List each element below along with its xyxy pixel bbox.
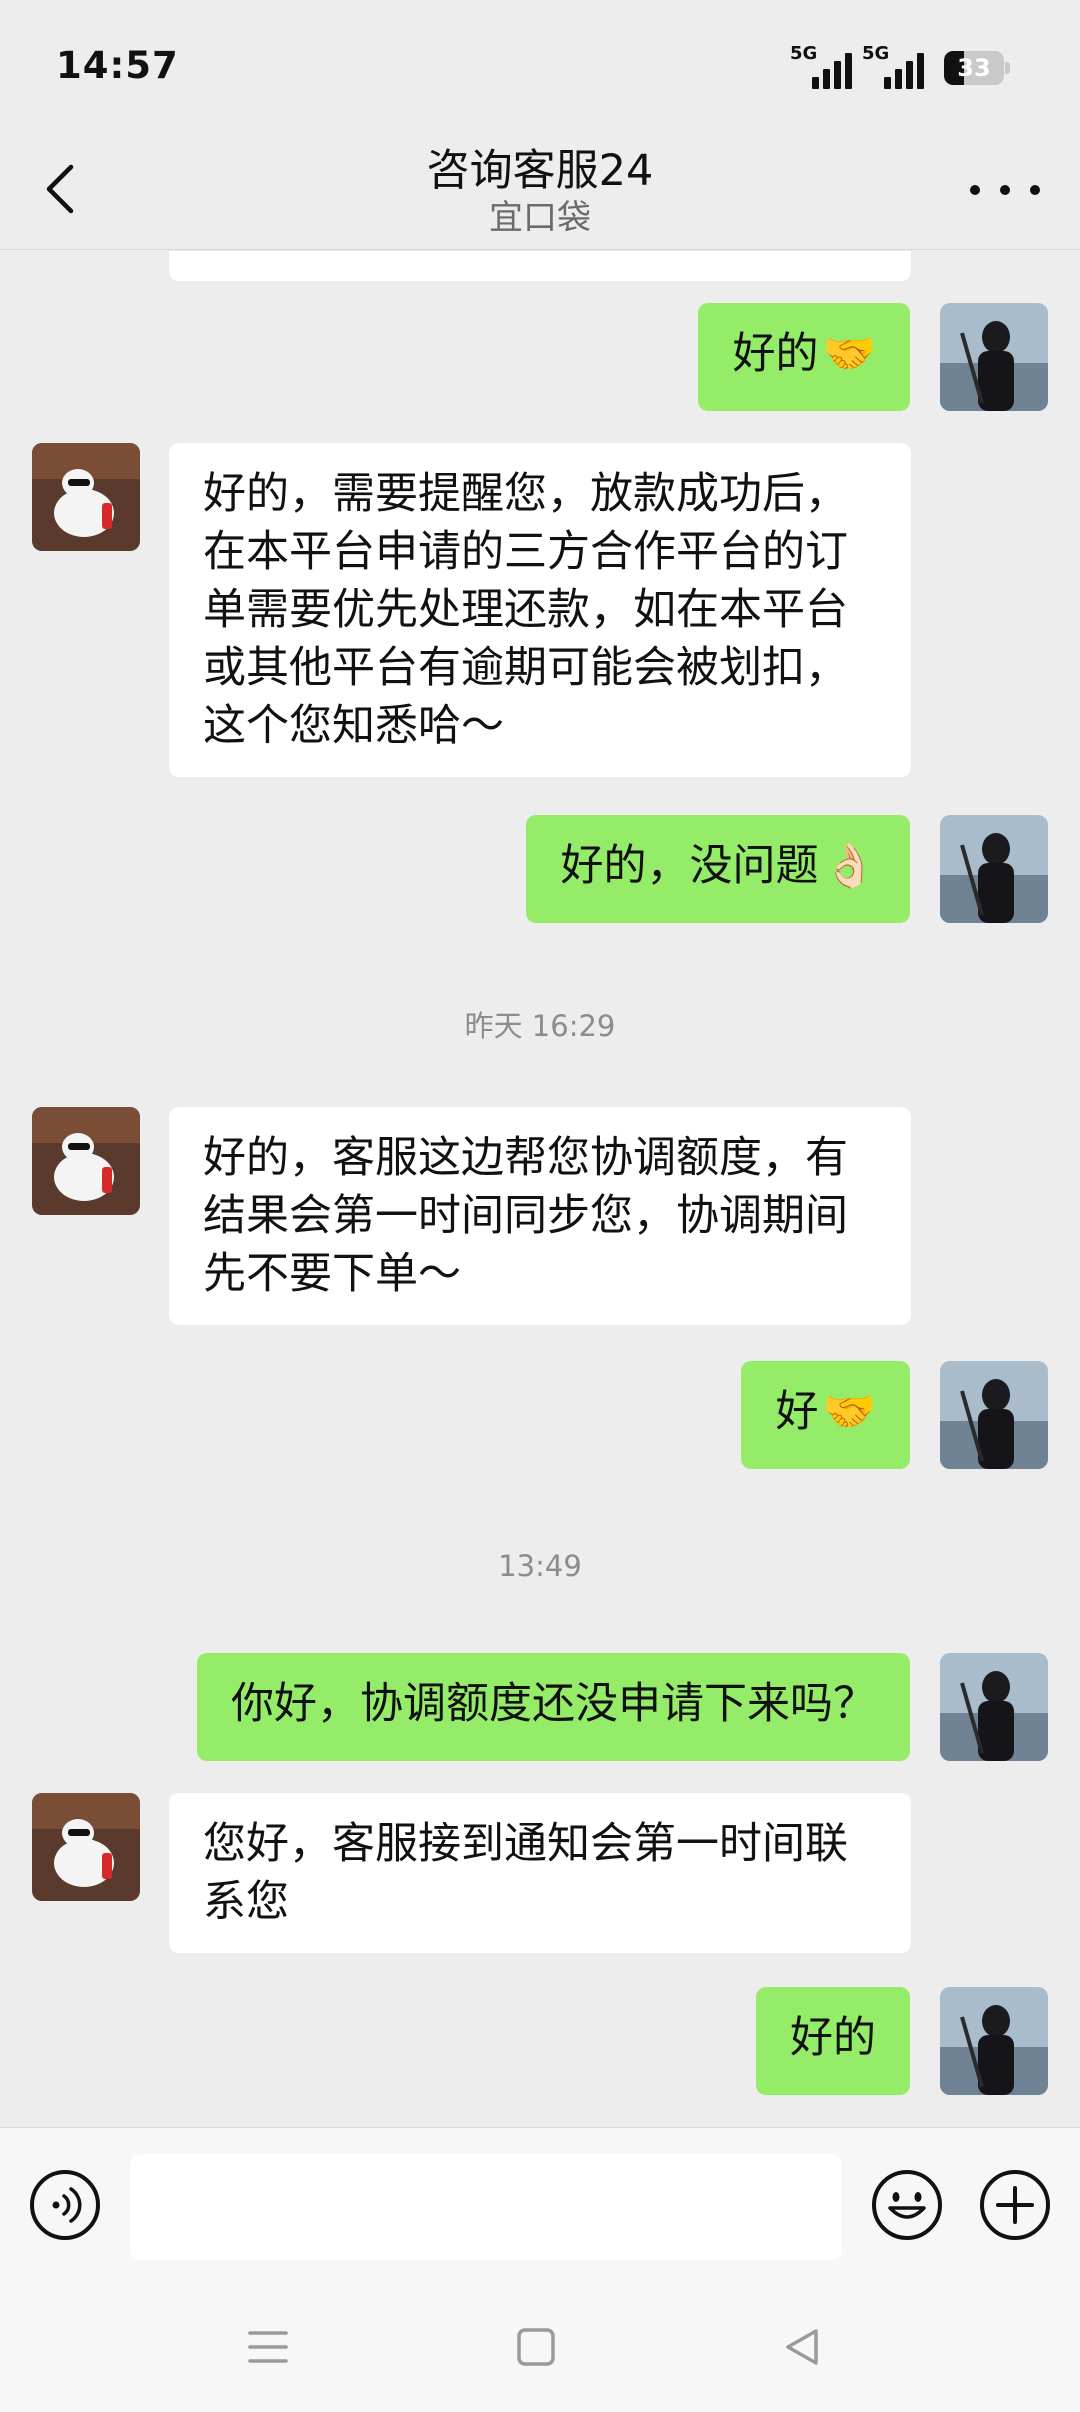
handshake-emoji: 🤝: [822, 329, 876, 379]
message-bubble-outgoing[interactable]: 你好，协调额度还没申请下来吗？: [197, 1653, 910, 1761]
nav-home-button[interactable]: [506, 2317, 566, 2377]
message-timestamp: 13:49: [498, 1549, 582, 1583]
message-bubble-incoming[interactable]: 您好，客服接到通知会第一时间联系您: [169, 1793, 911, 1953]
system-nav-bar: [0, 2277, 1080, 2412]
plus-icon: [980, 2170, 1050, 2240]
message-bubble-incoming[interactable]: 好的，客服这边帮您协调额度，有结果会第一时间同步您，协调期间先不要下单～: [169, 1107, 911, 1325]
message-bubble-outgoing[interactable]: 好的: [756, 1987, 910, 2095]
chat-title: 咨询客服24: [426, 146, 654, 196]
my-avatar[interactable]: [940, 1361, 1048, 1469]
agent-avatar[interactable]: [32, 1793, 140, 1901]
message-bubble-outgoing[interactable]: 好的，没问题👌🏻: [526, 815, 910, 923]
message-bubble-outgoing[interactable]: 好🤝: [741, 1361, 910, 1469]
message-bubble-outgoing[interactable]: 好的🤝: [698, 303, 910, 411]
agent-avatar[interactable]: [32, 1107, 140, 1215]
voice-icon: [30, 2170, 100, 2240]
home-icon: [517, 2328, 555, 2366]
menu-icon: [248, 2331, 288, 2363]
my-avatar[interactable]: [940, 815, 1048, 923]
voice-button[interactable]: [28, 2168, 102, 2242]
nav-back-button[interactable]: [772, 2317, 832, 2377]
agent-avatar[interactable]: [32, 443, 140, 551]
chat-subtitle: 宜口袋: [489, 198, 591, 238]
my-avatar[interactable]: [940, 1653, 1048, 1761]
emoji-button[interactable]: [870, 2168, 944, 2242]
ok-hand-emoji: 👌🏻: [822, 841, 876, 891]
more-options-button[interactable]: [970, 170, 1040, 210]
message-bubble-partial: [169, 251, 911, 281]
signal-icon-sim2: 5G: [862, 43, 924, 91]
emoji-icon: [872, 2170, 942, 2240]
message-bubble-incoming[interactable]: 好的，需要提醒您，放款成功后，在本平台申请的三方合作平台的订单需要优先处理还款，…: [169, 443, 911, 777]
chat-header: 咨询客服24 宜口袋: [0, 130, 1080, 250]
signal-icon-sim1: 5G: [790, 43, 852, 91]
battery-icon: 33: [944, 51, 1010, 85]
message-input[interactable]: [130, 2154, 842, 2260]
message-timestamp: 昨天 16:29: [464, 1009, 616, 1043]
my-avatar[interactable]: [940, 303, 1048, 411]
handshake-emoji: 🤝: [822, 1387, 876, 1437]
chat-screen: 14:57 5G 5G 33 咨询客服24 宜口袋 好的🤝 好的，需要提醒您，放…: [0, 0, 1080, 2412]
message-list[interactable]: 好的🤝 好的，需要提醒您，放款成功后，在本平台申请的三方合作平台的订单需要优先处…: [0, 251, 1080, 2127]
message-input-bar: [0, 2127, 1080, 2277]
status-time: 14:57: [56, 44, 179, 87]
back-triangle-icon: [786, 2329, 818, 2365]
more-dots-icon: [970, 185, 980, 195]
nav-menu-button[interactable]: [238, 2317, 298, 2377]
more-functions-button[interactable]: [978, 2168, 1052, 2242]
status-bar: 14:57 5G 5G 33: [0, 0, 1080, 130]
status-icons: 5G 5G 33: [790, 43, 1010, 92]
battery-level: 33: [957, 54, 991, 82]
my-avatar[interactable]: [940, 1987, 1048, 2095]
